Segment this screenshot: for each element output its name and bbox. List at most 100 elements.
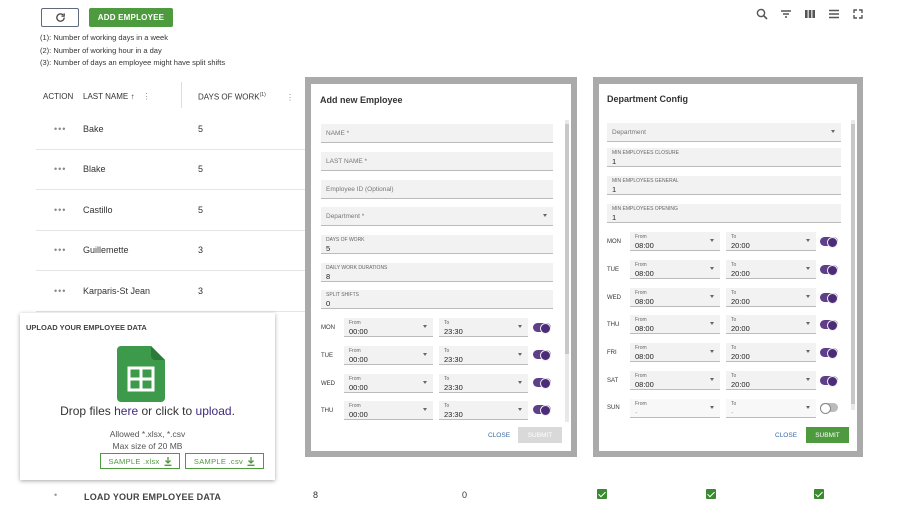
sort-arrow-up-icon[interactable]: ↑	[130, 92, 134, 101]
split-shifts-label: SPLIT SHIFTS	[326, 292, 359, 298]
chevron-down-icon	[543, 214, 547, 217]
to-time-select[interactable]: To 23:30	[439, 346, 528, 365]
min-employees-opening-field[interactable]: MIN EMPLOYEES OPENING 1	[607, 204, 841, 223]
upload-link[interactable]: upload	[196, 404, 232, 418]
from-time-select[interactable]: From 08:00	[630, 260, 720, 279]
close-button[interactable]: CLOSE	[775, 432, 797, 439]
to-time-select[interactable]: To 20:00	[726, 232, 816, 251]
from-time-select[interactable]: From 08:00	[630, 232, 720, 251]
day-toggle[interactable]	[820, 376, 838, 387]
to-time-select[interactable]: To 20:00	[726, 288, 816, 307]
table-row[interactable]: ••• Castillo 5	[36, 191, 306, 231]
row-actions-icon[interactable]: •••	[54, 205, 66, 215]
day-toggle[interactable]	[820, 265, 838, 276]
name-field[interactable]: NAME *	[321, 124, 553, 143]
day-label: SUN	[607, 405, 620, 411]
row-actions-icon[interactable]: •••	[54, 124, 66, 134]
day-toggle[interactable]	[533, 323, 551, 334]
table-row[interactable]: ••• Guillemette 3	[36, 231, 306, 271]
day-toggle[interactable]	[533, 350, 551, 361]
drop-text-suffix: .	[231, 404, 235, 418]
filter-icon[interactable]	[780, 8, 792, 20]
to-time-select[interactable]: To 20:00	[726, 315, 816, 334]
split-shifts-field[interactable]: SPLIT SHIFTS 0	[321, 290, 553, 309]
department-select[interactable]: Department	[607, 123, 841, 142]
department-select[interactable]: Department *	[321, 207, 553, 226]
day-toggle[interactable]	[820, 237, 838, 248]
day-label: SAT	[607, 378, 619, 384]
chevron-down-icon	[806, 239, 810, 242]
day-toggle[interactable]	[820, 403, 838, 414]
refresh-button[interactable]	[41, 8, 79, 27]
from-time-select[interactable]: From 08:00	[630, 288, 720, 307]
day-toggle[interactable]	[820, 320, 838, 331]
submit-button[interactable]: SUBMIT	[806, 427, 849, 443]
checkbox-checked[interactable]	[706, 489, 716, 499]
from-time-select[interactable]: From 08:00	[630, 343, 720, 362]
table-row[interactable]: ••• Bake 5	[36, 110, 306, 150]
header-last-name[interactable]: LAST NAME ↑ ⋮	[83, 92, 151, 101]
column-separator[interactable]	[181, 82, 182, 108]
columns-icon[interactable]	[804, 8, 816, 20]
from-time-select[interactable]: From 00:00	[344, 401, 433, 420]
to-time-select[interactable]: To 23:30	[439, 374, 528, 393]
drop-zone-text[interactable]: Drop files here or click to upload.	[20, 404, 275, 418]
upload-panel[interactable]: UPLOAD YOUR EMPLOYEE DATA Drop files her…	[20, 313, 275, 480]
footer-dot: •	[54, 490, 58, 500]
daily-work-durations-field[interactable]: DAILY WORK DURATIONS 8	[321, 263, 553, 282]
day-toggle[interactable]	[533, 405, 551, 416]
sample-csv-button[interactable]: SAMPLE .csv	[185, 453, 264, 469]
cell-last-name: Karparis-St Jean	[83, 286, 151, 296]
daily-work-value: 8	[326, 272, 331, 281]
day-label: TUE	[607, 267, 619, 273]
employee-id-field[interactable]: Employee ID (Optional)	[321, 180, 553, 199]
to-time-select[interactable]: To 20:00	[726, 343, 816, 362]
to-time-select[interactable]: To 23:30	[439, 318, 528, 337]
min-employees-closure-field[interactable]: MIN EMPLOYEES CLOSURE 1	[607, 148, 841, 167]
from-time-select[interactable]: From 08:00	[630, 371, 720, 390]
day-toggle[interactable]	[820, 348, 838, 359]
drop-here-link[interactable]: here	[114, 404, 138, 418]
fullscreen-icon[interactable]	[852, 8, 864, 20]
sample-xlsx-button[interactable]: SAMPLE .xlsx	[100, 453, 180, 469]
header-days-of-work[interactable]: DAYS OF WORK(1) ⋮	[198, 92, 294, 102]
last-name-field[interactable]: LAST NAME *	[321, 152, 553, 171]
from-time-select[interactable]: From 00:00	[344, 318, 433, 337]
to-time-select[interactable]: To 20:00	[726, 371, 816, 390]
close-button[interactable]: CLOSE	[488, 432, 510, 439]
drop-text-prefix: Drop files	[60, 404, 115, 418]
cell-last-name: Castillo	[83, 205, 113, 215]
from-time-select[interactable]: From 08:00	[630, 315, 720, 334]
column-menu-icon[interactable]: ⋮	[286, 93, 294, 102]
to-label: To	[731, 401, 737, 407]
row-actions-icon[interactable]: •••	[54, 164, 66, 174]
to-time-select[interactable]: To 20:00	[726, 260, 816, 279]
table-row[interactable]: ••• Karparis-St Jean 3	[36, 272, 306, 312]
table-row[interactable]: ••• Blake 5	[36, 150, 306, 190]
days-of-work-field[interactable]: DAYS OF WORK 5	[321, 235, 553, 254]
add-employee-button[interactable]: ADD EMPLOYEE	[89, 8, 173, 27]
row-actions-icon[interactable]: •••	[54, 245, 66, 255]
row-actions-icon[interactable]: •••	[54, 286, 66, 296]
density-icon[interactable]	[828, 8, 840, 20]
from-time-select[interactable]: From -	[630, 399, 720, 418]
from-label: From	[635, 317, 647, 323]
modal-scrollbar-thumb[interactable]	[565, 124, 569, 354]
day-toggle[interactable]	[533, 378, 551, 389]
min-employees-general-field[interactable]: MIN EMPLOYEES GENERAL 1	[607, 176, 841, 195]
to-time-select[interactable]: To 23:30	[439, 401, 528, 420]
column-menu-icon[interactable]: ⋮	[143, 92, 151, 101]
checkbox-checked[interactable]	[597, 489, 607, 499]
to-time-select[interactable]: To -	[726, 399, 816, 418]
chevron-down-icon	[518, 325, 522, 328]
modal-scrollbar-thumb[interactable]	[851, 124, 855, 404]
to-value: 23:30	[444, 410, 463, 419]
day-toggle[interactable]	[820, 293, 838, 304]
search-icon[interactable]	[756, 8, 768, 20]
opening-label: MIN EMPLOYEES OPENING	[612, 206, 678, 212]
checkbox-checked[interactable]	[814, 489, 824, 499]
from-time-select[interactable]: From 00:00	[344, 374, 433, 393]
submit-button[interactable]: SUBMIT	[518, 427, 562, 443]
cell-last-name: Blake	[83, 164, 106, 174]
from-time-select[interactable]: From 00:00	[344, 346, 433, 365]
